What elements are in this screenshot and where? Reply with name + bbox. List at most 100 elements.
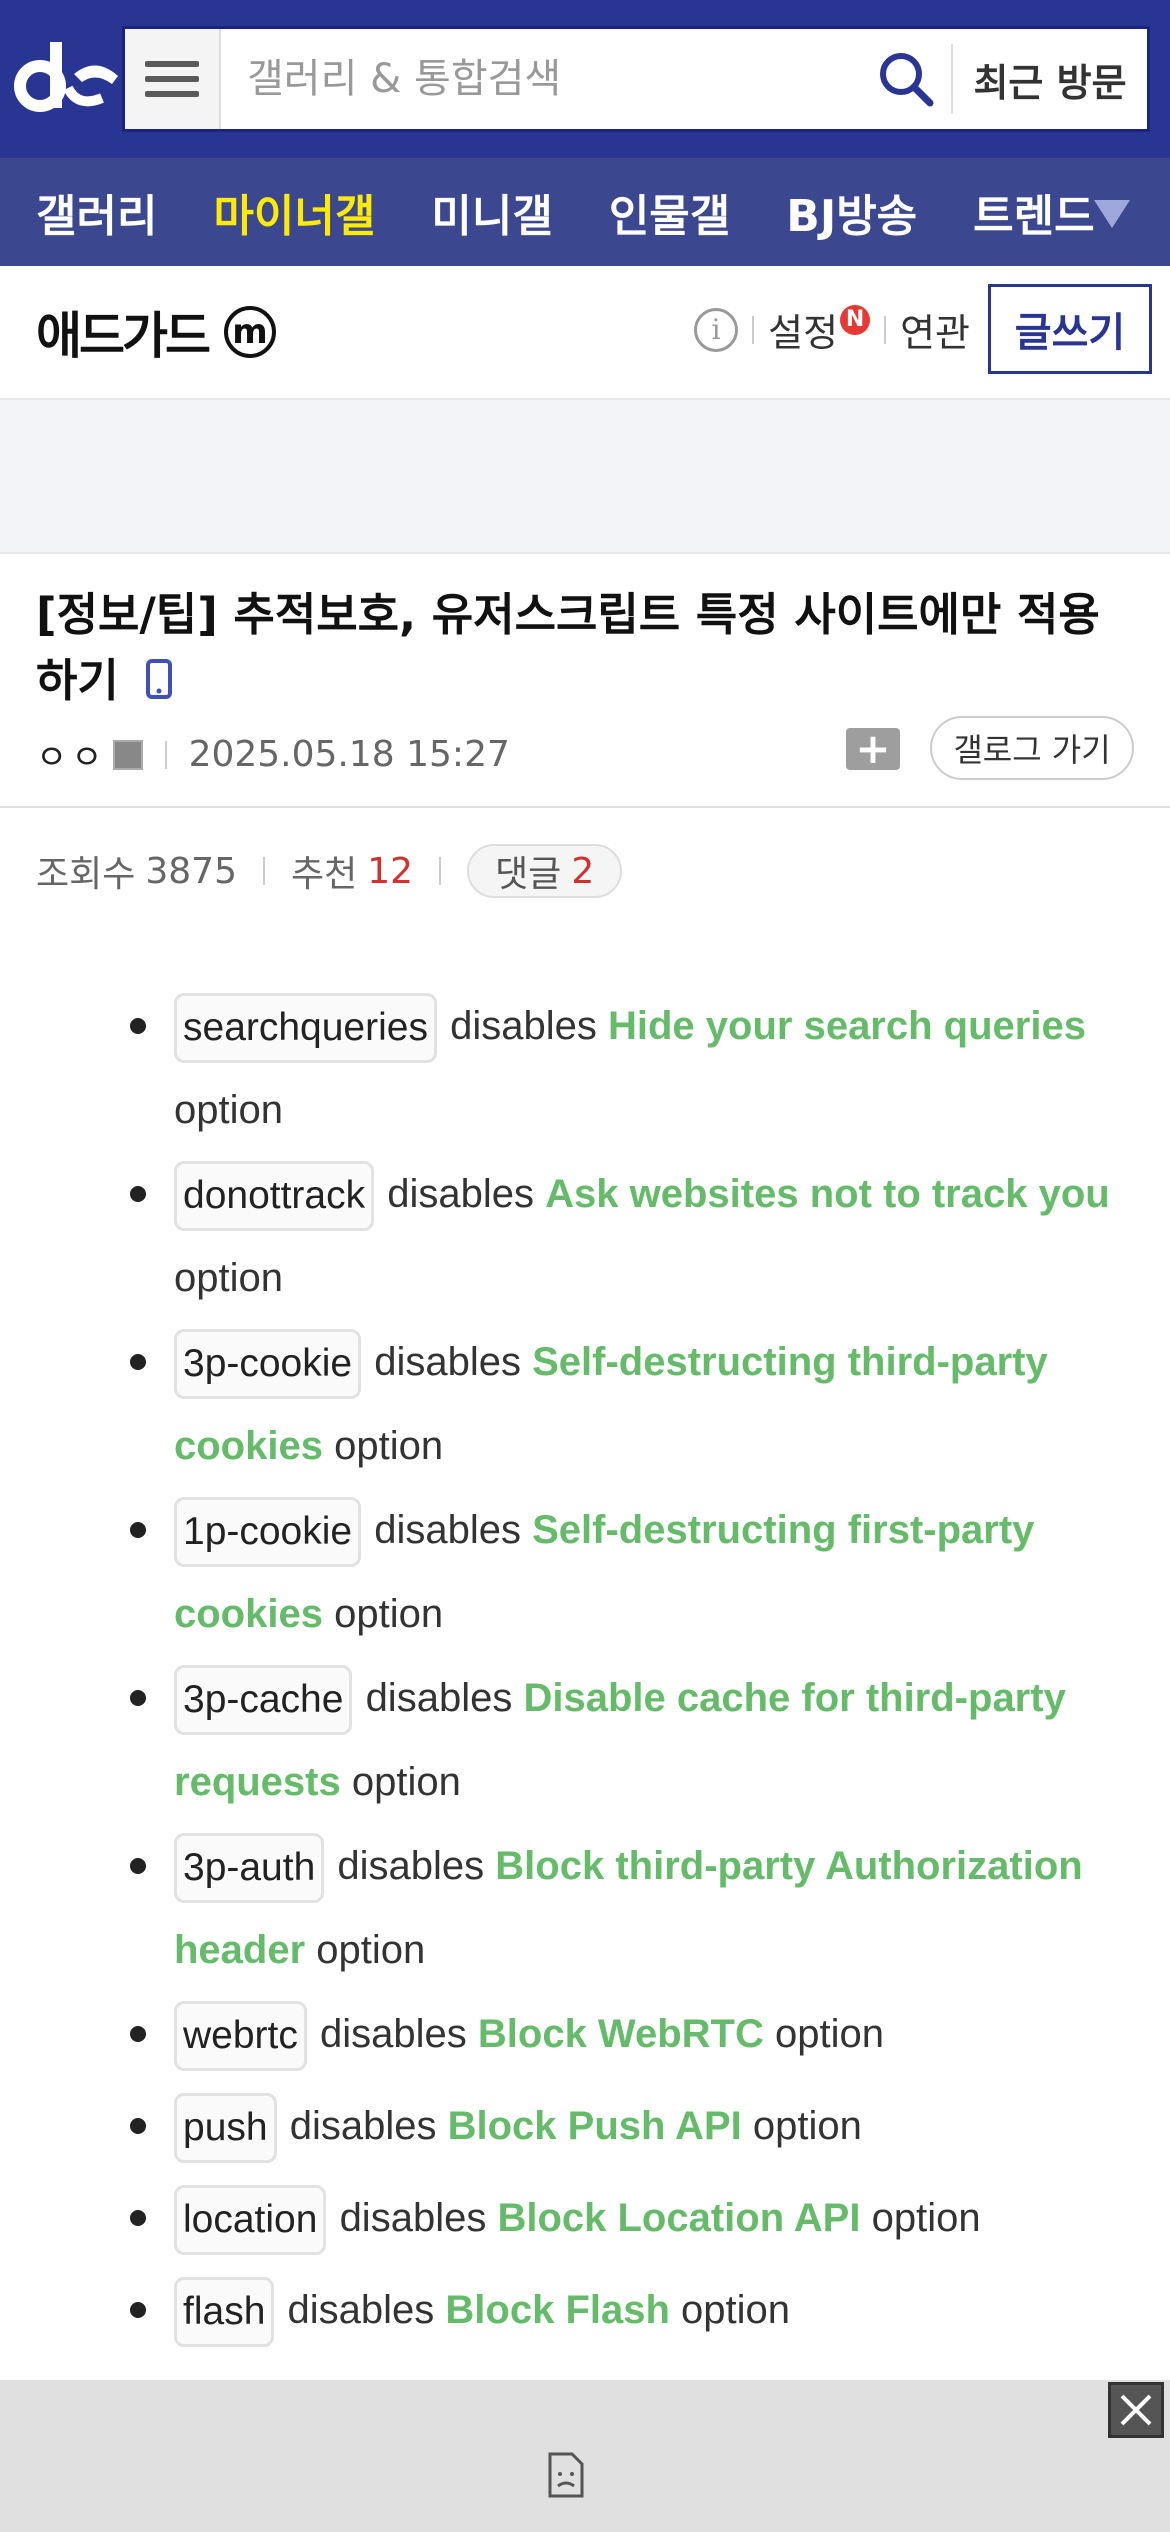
- post-title-text: [정보/팁] 추적보호, 유저스크립트 특정 사이트에만 적용하기: [36, 588, 1100, 707]
- recommend-label: 추천: [291, 854, 358, 895]
- main-nav: 갤러리 마이너갤 미니갤 인물갤 BJ방송 트렌드: [0, 158, 1170, 266]
- nav-item-gallery[interactable]: 갤러리: [36, 180, 157, 244]
- nav-expand-icon[interactable]: [1094, 200, 1130, 228]
- code-snippet: 3p-cache: [174, 1665, 353, 1736]
- divider: [439, 857, 442, 885]
- item-text: option: [351, 1760, 461, 1804]
- option-link[interactable]: Block Push API: [448, 2104, 742, 2148]
- list-item: searchqueries disables Hide your search …: [130, 984, 1114, 1152]
- post-stats: 조회수 3875 추천 12 댓글 2: [36, 844, 623, 898]
- item-text: disables: [365, 1676, 513, 1720]
- code-snippet: 3p-auth: [174, 1833, 325, 1904]
- code-snippet: location: [174, 2185, 327, 2256]
- minor-gallery-badge: m: [224, 306, 276, 358]
- bullet: [130, 2118, 146, 2134]
- list-item: 3p-auth disables Block third-party Autho…: [130, 1824, 1114, 1992]
- bullet: [130, 2026, 146, 2042]
- new-badge: N: [840, 304, 871, 335]
- list-item: webrtc disables Block WebRTC option: [130, 1992, 1114, 2076]
- author-level-icon: [112, 739, 143, 770]
- bullet: [130, 2210, 146, 2226]
- nav-item-bj-broadcast[interactable]: BJ방송: [786, 180, 917, 244]
- code-snippet: donottrack: [174, 1161, 375, 1232]
- gallery-title-text: 애드가드: [36, 307, 211, 365]
- related-link[interactable]: 연관: [900, 302, 970, 357]
- settings-link[interactable]: 설정: [768, 302, 838, 357]
- item-text: option: [334, 1592, 444, 1636]
- option-link[interactable]: Block WebRTC: [478, 2012, 764, 2056]
- item-text: option: [681, 2288, 791, 2332]
- item-text: option: [316, 1928, 426, 1972]
- nav-item-minor-gallery[interactable]: 마이너갤: [213, 180, 375, 244]
- list-item: 1p-cookie disables Self-destructing firs…: [130, 1488, 1114, 1656]
- gallery-title[interactable]: 애드가드 m: [36, 296, 276, 368]
- nav-item-trend[interactable]: 트렌드: [973, 180, 1094, 244]
- search-input[interactable]: [221, 29, 861, 129]
- top-header: 최근 방문: [0, 0, 1170, 158]
- bullet: [130, 1018, 146, 1034]
- list-item: flash disables Block Flash option: [130, 2268, 1114, 2352]
- info-icon[interactable]: i: [694, 307, 739, 352]
- item-text: disables: [374, 1340, 521, 1384]
- bullet: [130, 2302, 146, 2318]
- code-snippet: push: [174, 2093, 277, 2164]
- list-item: 3p-cookie disables Self-destructing thir…: [130, 1320, 1114, 1488]
- section-divider: [0, 806, 1170, 808]
- recommend-count: 12: [367, 850, 414, 892]
- nav-item-person-gallery[interactable]: 인물갤: [609, 180, 730, 244]
- item-text: option: [871, 2196, 981, 2240]
- bullet: [130, 1522, 146, 1538]
- nav-item-mini-gallery[interactable]: 미니갤: [431, 180, 552, 244]
- views-label: 조회수: [36, 854, 136, 895]
- divider: [263, 857, 265, 885]
- item-text: disables: [289, 2104, 437, 2148]
- comments-count: 2: [571, 850, 595, 892]
- option-link[interactable]: Block Location API: [497, 2196, 860, 2240]
- post-datetime: 2025.05.18 15:27: [188, 734, 510, 775]
- search-box: 최근 방문: [122, 26, 1150, 132]
- add-folder-icon[interactable]: +: [846, 728, 900, 770]
- author-name[interactable]: ㅇㅇ: [36, 730, 107, 779]
- item-text: disables: [339, 2196, 487, 2240]
- item-text: option: [752, 2104, 862, 2148]
- divider: [752, 315, 755, 344]
- mobile-icon: [146, 651, 173, 717]
- item-text: disables: [387, 1172, 534, 1216]
- list-item: 3p-cache disables Disable cache for thir…: [130, 1656, 1114, 1824]
- item-text: disables: [287, 2288, 435, 2332]
- list-item: location disables Block Location API opt…: [130, 2176, 1114, 2260]
- bottom-ad-bar: [0, 2380, 1170, 2532]
- views-count: 3875: [145, 850, 237, 892]
- post-meta: ㅇㅇ 2025.05.18 15:27: [36, 730, 510, 779]
- item-text: option: [174, 1256, 283, 1300]
- recent-visits-button[interactable]: 최근 방문: [951, 44, 1147, 114]
- bullet: [130, 1186, 146, 1202]
- option-link[interactable]: Hide your search queries: [608, 1004, 1086, 1048]
- code-snippet: 3p-cookie: [174, 1329, 362, 1400]
- divider: [884, 315, 887, 344]
- bullet: [130, 1354, 146, 1370]
- option-link[interactable]: Ask websites not to track you: [545, 1172, 1110, 1216]
- write-button[interactable]: 글쓰기: [988, 284, 1152, 374]
- gallery-tools: i 설정 N 연관: [694, 302, 970, 357]
- item-text: disables: [337, 1844, 485, 1888]
- hamburger-menu-icon[interactable]: [125, 29, 221, 129]
- item-text: option: [774, 2012, 884, 2056]
- comments-button[interactable]: 댓글 2: [467, 844, 623, 898]
- gallog-button[interactable]: 갤로그 가기: [930, 716, 1134, 780]
- list-item: donottrack disables Ask websites not to …: [130, 1152, 1114, 1320]
- dc-logo[interactable]: [14, 36, 118, 116]
- code-snippet: searchqueries: [174, 993, 437, 1064]
- bullet: [130, 1690, 146, 1706]
- search-icon[interactable]: [861, 29, 951, 129]
- broken-document-icon: [546, 2452, 586, 2502]
- bullet: [130, 1858, 146, 1874]
- close-icon[interactable]: [1108, 2382, 1164, 2438]
- item-text: disables: [374, 1508, 521, 1552]
- item-text: option: [334, 1424, 444, 1468]
- code-snippet: 1p-cookie: [174, 1497, 362, 1568]
- option-link[interactable]: Block Flash: [445, 2288, 670, 2332]
- code-snippet: flash: [174, 2277, 275, 2348]
- list-item: push disables Block Push API option: [130, 2084, 1114, 2168]
- ad-banner-area: [0, 400, 1170, 554]
